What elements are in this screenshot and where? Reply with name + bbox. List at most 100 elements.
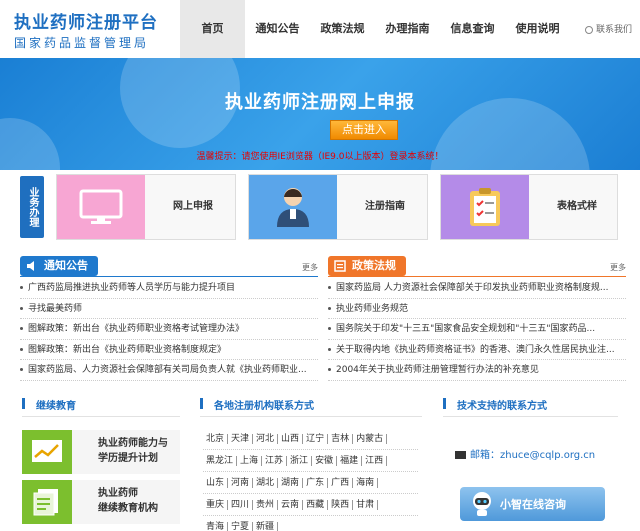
policies-more-link[interactable]: 更多: [610, 262, 626, 273]
region-link[interactable]: 甘肃: [353, 499, 379, 510]
region-link[interactable]: 山西: [278, 433, 304, 444]
policy-item[interactable]: 关于取得内地《执业药师资格证书》的香港、澳门永久性居民执业注...: [328, 340, 626, 361]
form-templates-card[interactable]: 表格式样: [440, 174, 618, 240]
header: 执业药师注册平台 国家药品监督管理局 首页 通知公告 政策法规 办理指南 信息查…: [0, 0, 640, 58]
nav-help[interactable]: 使用说明: [505, 0, 570, 58]
region-link[interactable]: 新疆: [253, 521, 279, 531]
nav-home[interactable]: 首页: [180, 0, 245, 58]
site-title[interactable]: 执业药师注册平台: [14, 8, 158, 33]
region-link[interactable]: 四川: [228, 499, 254, 510]
policy-item-text: 执业药师业务规范: [336, 303, 409, 314]
document-icon: [22, 480, 72, 524]
region-row: 黑龙江 上海 江苏 浙江 安徽 福建 江西: [203, 450, 418, 472]
education-divider: [22, 416, 180, 417]
support-marker: [443, 398, 446, 409]
banner-title: 执业药师注册网上申报: [225, 92, 415, 113]
notices-badge[interactable]: 通知公告: [20, 256, 98, 276]
policies-header: 政策法规 更多: [328, 256, 626, 276]
education-institution-text: 执业药师 继续教育机构: [98, 486, 158, 516]
support-email-text: 邮箱：zhuce@cqlp.org.cn: [470, 450, 596, 461]
book-icon: [334, 260, 346, 272]
bullet-icon: [328, 347, 331, 351]
banner-glow: [0, 118, 60, 170]
online-apply-card[interactable]: 网上申报: [56, 174, 236, 240]
region-link[interactable]: 青海: [203, 521, 229, 531]
support-divider: [443, 416, 618, 417]
banner: 执业药师注册网上申报 点击进入 温馨提示：请您使用IE浏览器（IE9.0以上版本…: [0, 58, 640, 170]
policy-item[interactable]: 2004年关于执业药师注册管理暂行办法的补充意见: [328, 360, 626, 381]
region-link[interactable]: 内蒙古: [353, 433, 388, 444]
regions-divider: [200, 416, 422, 417]
region-link[interactable]: 吉林: [328, 433, 354, 444]
policy-item-text: 2004年关于执业药师注册管理暂行办法的补充意见: [336, 365, 539, 376]
region-link[interactable]: 辽宁: [303, 433, 329, 444]
registration-guide-card[interactable]: 注册指南: [248, 174, 428, 240]
enter-button[interactable]: 点击进入: [330, 120, 398, 140]
region-link[interactable]: 西藏: [303, 499, 329, 510]
contact-link[interactable]: 联系我们: [584, 22, 632, 35]
region-link[interactable]: 湖北: [253, 477, 279, 488]
bullet-icon: [328, 327, 331, 331]
bullet-icon: [328, 306, 331, 310]
notice-item[interactable]: 寻找最美药师: [20, 299, 318, 320]
policy-item-text: 关于取得内地《执业药师资格证书》的香港、澳门永久性居民执业注...: [336, 344, 615, 355]
region-link[interactable]: 海南: [353, 477, 379, 488]
region-link[interactable]: 云南: [278, 499, 304, 510]
ability-program-card[interactable]: 执业药师能力与 学历提升计划: [22, 430, 180, 474]
region-row: 北京 天津 河北 山西 辽宁 吉林 内蒙古: [203, 428, 418, 450]
region-link[interactable]: 宁夏: [228, 521, 254, 531]
region-link[interactable]: 浙江: [287, 455, 313, 466]
region-link[interactable]: 广东: [303, 477, 329, 488]
policy-item-text: 国务院关于印发"十三五"国家食品安全规划和"十三五"国家药品...: [336, 324, 596, 335]
policies-list: 国家药监局 人力资源社会保障部关于印发执业药师职业资格制度规... 执业药师业务…: [328, 278, 626, 381]
region-link[interactable]: 天津: [228, 433, 254, 444]
region-link[interactable]: 山东: [203, 477, 229, 488]
bullet-icon: [328, 286, 331, 289]
region-link[interactable]: 安徽: [312, 455, 338, 466]
bullet-icon: [20, 306, 23, 310]
support-email[interactable]: 邮箱：zhuce@cqlp.org.cn: [455, 446, 595, 461]
region-link[interactable]: 广西: [328, 477, 354, 488]
policies-title: 政策法规: [352, 259, 396, 272]
policy-item[interactable]: 执业药师业务规范: [328, 299, 626, 320]
notice-item[interactable]: 图解政策：新出台《执业药师职业资格考试管理办法》: [20, 319, 318, 340]
region-link[interactable]: 湖南: [278, 477, 304, 488]
notice-item[interactable]: 图解政策：新出台《执业药师职业资格制度规定》: [20, 340, 318, 361]
contact-label: 联系我们: [595, 25, 632, 35]
chart-icon: [22, 430, 72, 474]
notices-title: 通知公告: [44, 259, 88, 272]
registration-guide-label: 注册指南: [365, 201, 405, 212]
bullet-icon: [20, 368, 23, 372]
region-link[interactable]: 陕西: [328, 499, 354, 510]
region-link[interactable]: 上海: [237, 455, 263, 466]
monitor-icon: [57, 175, 145, 239]
nav-policies[interactable]: 政策法规: [310, 0, 375, 58]
region-link[interactable]: 江西: [362, 455, 388, 466]
region-link[interactable]: 江苏: [262, 455, 288, 466]
education-institution-card[interactable]: 执业药师 继续教育机构: [22, 480, 180, 524]
nav-guide[interactable]: 办理指南: [375, 0, 440, 58]
browser-notice: 温馨提示：请您使用IE浏览器（IE9.0以上版本）登录本系统！: [196, 152, 444, 162]
region-link[interactable]: 福建: [337, 455, 363, 466]
notice-item-text: 图解政策：新出台《执业药师职业资格考试管理办法》: [28, 324, 245, 335]
policy-item[interactable]: 国家药监局 人力资源社会保障部关于印发执业药师职业资格制度规...: [328, 278, 626, 299]
notices-header: 通知公告 更多: [20, 256, 318, 276]
region-link[interactable]: 北京: [203, 433, 229, 444]
notice-item[interactable]: 广西药监局推进执业药师等人员学历与能力提升项目: [20, 278, 318, 299]
policy-item[interactable]: 国务院关于印发"十三五"国家食品安全规划和"十三五"国家药品...: [328, 319, 626, 340]
policies-badge[interactable]: 政策法规: [328, 256, 406, 276]
notice-item[interactable]: 国家药监局、人力资源社会保障部有关司局负责人就《执业药师职业...: [20, 360, 318, 381]
region-link[interactable]: 重庆: [203, 499, 229, 510]
region-link[interactable]: 黑龙江: [203, 455, 238, 466]
clipboard-icon: [441, 175, 529, 239]
online-chat-button[interactable]: 小智在线咨询: [460, 487, 605, 521]
mail-icon: [455, 451, 466, 459]
notices-more-link[interactable]: 更多: [302, 262, 318, 273]
region-link[interactable]: 贵州: [253, 499, 279, 510]
region-link[interactable]: 河南: [228, 477, 254, 488]
business-section: 业务办理 网上申报 注册指南 表格式样: [0, 174, 640, 242]
nav-notices[interactable]: 通知公告: [245, 0, 310, 58]
nav-query[interactable]: 信息查询: [440, 0, 505, 58]
contact-icon: [584, 25, 593, 34]
region-link[interactable]: 河北: [253, 433, 279, 444]
